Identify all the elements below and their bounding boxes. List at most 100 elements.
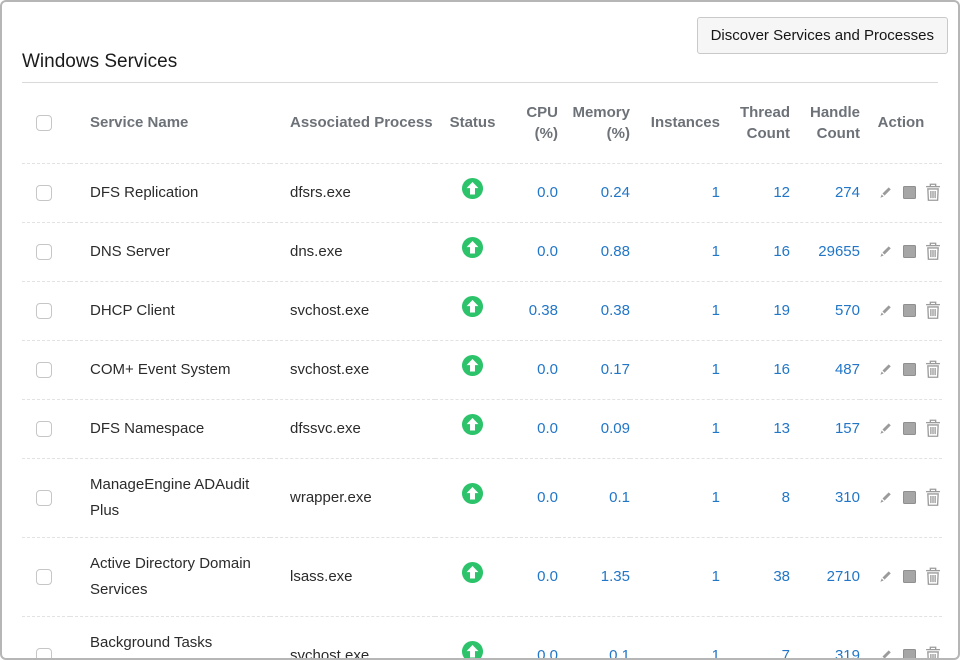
handle-count-value[interactable]: 2710 (790, 537, 860, 616)
instances-value[interactable]: 1 (630, 222, 720, 281)
cpu-value[interactable]: 0.0 (510, 340, 558, 399)
row-checkbox[interactable] (36, 421, 52, 437)
service-name-cell: DFS Replication (70, 163, 270, 222)
instances-value[interactable]: 1 (630, 399, 720, 458)
memory-value[interactable]: 0.1 (558, 616, 630, 660)
status-cell (435, 616, 510, 660)
service-name-cell: COM+ Event System (70, 340, 270, 399)
row-checkbox[interactable] (36, 569, 52, 585)
edit-pencil-icon[interactable] (876, 489, 894, 507)
handle-count-value[interactable]: 487 (790, 340, 860, 399)
delete-trash-icon[interactable] (925, 419, 941, 438)
cpu-value[interactable]: 0.0 (510, 163, 558, 222)
select-all-checkbox[interactable] (36, 115, 52, 131)
delete-trash-icon[interactable] (925, 360, 941, 379)
instances-value[interactable]: 1 (630, 163, 720, 222)
row-checkbox[interactable] (36, 362, 52, 378)
col-header-label: (%) (510, 123, 558, 144)
handle-count-value[interactable]: 570 (790, 281, 860, 340)
status-cell (435, 399, 510, 458)
stop-square-icon[interactable] (903, 186, 916, 199)
instances-value[interactable]: 1 (630, 340, 720, 399)
row-select-cell (22, 399, 70, 458)
instances-value[interactable]: 1 (630, 458, 720, 537)
handle-count-value[interactable]: 274 (790, 163, 860, 222)
instances-value[interactable]: 1 (630, 537, 720, 616)
thread-count-value[interactable]: 16 (720, 340, 790, 399)
thread-count-value[interactable]: 8 (720, 458, 790, 537)
memory-value[interactable]: 0.88 (558, 222, 630, 281)
memory-value[interactable]: 0.17 (558, 340, 630, 399)
col-header-thread-count: Thread Count (720, 83, 790, 163)
edit-pencil-icon[interactable] (876, 243, 894, 261)
stop-square-icon[interactable] (903, 649, 916, 660)
thread-count-value[interactable]: 19 (720, 281, 790, 340)
status-cell (435, 458, 510, 537)
handle-count-value[interactable]: 29655 (790, 222, 860, 281)
status-cell (435, 537, 510, 616)
thread-count-value[interactable]: 12 (720, 163, 790, 222)
service-name-cell: DHCP Client (70, 281, 270, 340)
discover-services-button[interactable]: Discover Services and Processes (697, 17, 948, 54)
stop-square-icon[interactable] (903, 570, 916, 583)
col-header-label: Associated Process (290, 114, 433, 131)
memory-value[interactable]: 0.09 (558, 399, 630, 458)
col-header-label: Service Name (90, 114, 188, 131)
cpu-value[interactable]: 0.0 (510, 458, 558, 537)
page-title: Windows Services (22, 51, 177, 73)
delete-trash-icon[interactable] (925, 488, 941, 507)
cpu-value[interactable]: 0.0 (510, 537, 558, 616)
stop-square-icon[interactable] (903, 304, 916, 317)
memory-value[interactable]: 0.24 (558, 163, 630, 222)
edit-pencil-icon[interactable] (876, 361, 894, 379)
thread-count-value[interactable]: 7 (720, 616, 790, 660)
handle-count-value[interactable]: 157 (790, 399, 860, 458)
handle-count-value[interactable]: 319 (790, 616, 860, 660)
cpu-value[interactable]: 0.0 (510, 222, 558, 281)
thread-count-value[interactable]: 13 (720, 399, 790, 458)
col-header-instances: Instances (630, 83, 720, 163)
delete-trash-icon[interactable] (925, 567, 941, 586)
cpu-value[interactable]: 0.0 (510, 616, 558, 660)
row-checkbox[interactable] (36, 185, 52, 201)
service-name-cell: DFS Namespace (70, 399, 270, 458)
edit-pencil-icon[interactable] (876, 302, 894, 320)
col-header-label: CPU (510, 102, 558, 123)
memory-value[interactable]: 0.38 (558, 281, 630, 340)
edit-pencil-icon[interactable] (876, 420, 894, 438)
instances-value[interactable]: 1 (630, 281, 720, 340)
action-cell (860, 281, 942, 340)
service-name-cell: ManageEngine ADAudit Plus (70, 458, 270, 537)
associated-process-cell: svchost.exe (270, 281, 435, 340)
delete-trash-icon[interactable] (925, 301, 941, 320)
stop-square-icon[interactable] (903, 245, 916, 258)
table-row: DFS Namespace dfssvc.exe 0.0 0.09 1 13 1… (22, 399, 942, 458)
stop-square-icon[interactable] (903, 422, 916, 435)
stop-square-icon[interactable] (903, 491, 916, 504)
instances-value[interactable]: 1 (630, 616, 720, 660)
row-checkbox[interactable] (36, 490, 52, 506)
row-checkbox[interactable] (36, 648, 52, 660)
row-checkbox[interactable] (36, 244, 52, 260)
delete-trash-icon[interactable] (925, 183, 941, 202)
row-select-cell (22, 458, 70, 537)
thread-count-value[interactable]: 16 (720, 222, 790, 281)
action-cell (860, 537, 942, 616)
edit-pencil-icon[interactable] (876, 568, 894, 586)
table-header-row: Service Name Associated Process Status C… (22, 83, 942, 163)
cpu-value[interactable]: 0.38 (510, 281, 558, 340)
edit-pencil-icon[interactable] (876, 647, 894, 660)
handle-count-value[interactable]: 310 (790, 458, 860, 537)
memory-value[interactable]: 0.1 (558, 458, 630, 537)
associated-process-cell: dns.exe (270, 222, 435, 281)
thread-count-value[interactable]: 38 (720, 537, 790, 616)
edit-pencil-icon[interactable] (876, 184, 894, 202)
row-checkbox[interactable] (36, 303, 52, 319)
cpu-value[interactable]: 0.0 (510, 399, 558, 458)
status-running-icon (461, 482, 484, 514)
stop-square-icon[interactable] (903, 363, 916, 376)
delete-trash-icon[interactable] (925, 242, 941, 261)
memory-value[interactable]: 1.35 (558, 537, 630, 616)
delete-trash-icon[interactable] (925, 646, 941, 660)
col-header-status: Status (435, 83, 510, 163)
